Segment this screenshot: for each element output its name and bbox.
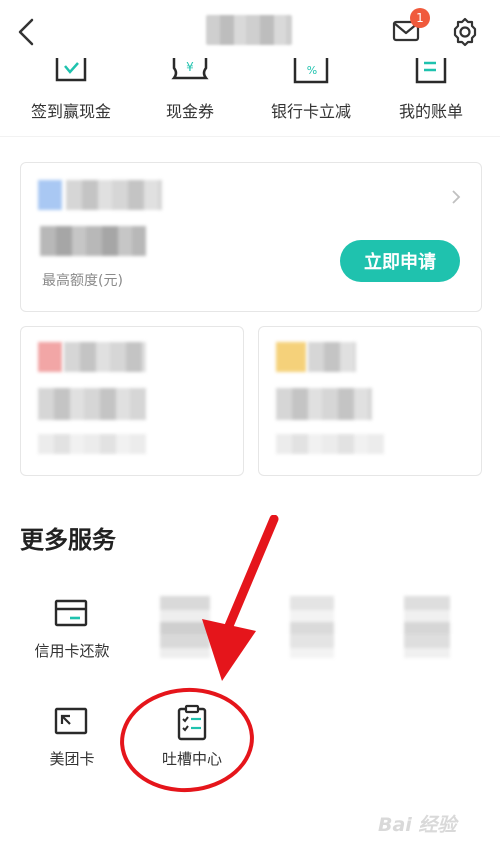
- bill-icon[interactable]: [411, 58, 451, 88]
- service-label[interactable]: 信用卡还款: [22, 640, 122, 661]
- quick-action-label[interactable]: 现金券: [145, 98, 235, 122]
- meituan-card-icon[interactable]: [52, 706, 92, 742]
- watermark: Bai 经验: [378, 814, 457, 836]
- product-value: [38, 388, 146, 420]
- product-logo: [38, 180, 62, 210]
- svg-text:%: %: [307, 64, 317, 77]
- quick-action-label[interactable]: 银行卡立减: [266, 98, 356, 122]
- limit-label: 最高额度(元): [42, 273, 123, 289]
- chevron-right-icon[interactable]: [450, 188, 462, 210]
- gear-icon: [453, 17, 477, 47]
- service-label[interactable]: 美团卡: [22, 748, 122, 769]
- more-services-title: 更多服务: [20, 526, 116, 554]
- product-name: [308, 342, 356, 372]
- divider: [0, 136, 500, 137]
- back-button[interactable]: [12, 14, 42, 50]
- apply-now-button[interactable]: 立即申请: [340, 240, 460, 282]
- blurred-service-item[interactable]: [404, 596, 450, 658]
- blurred-service-item[interactable]: [290, 596, 334, 658]
- product-value: [276, 388, 372, 420]
- check-box-icon[interactable]: [51, 58, 91, 88]
- annotation-arrow-icon: [196, 514, 286, 685]
- unread-badge: 1: [410, 8, 430, 28]
- quick-action-label[interactable]: 我的账单: [386, 98, 476, 122]
- product-desc: [276, 434, 384, 454]
- annotation-circle: [116, 683, 258, 797]
- svg-text:¥: ¥: [186, 60, 194, 74]
- product-logo: [276, 342, 306, 372]
- product-name: [64, 342, 146, 372]
- percent-card-icon[interactable]: %: [291, 58, 331, 88]
- settings-button[interactable]: [449, 16, 481, 48]
- product-name: [66, 180, 162, 210]
- yen-coupon-icon[interactable]: ¥: [170, 58, 210, 88]
- product-logo: [38, 342, 62, 372]
- quick-action-label[interactable]: 签到赢现金: [26, 98, 116, 122]
- credit-card-repay-icon[interactable]: [52, 596, 92, 632]
- max-limit-amount: [40, 226, 146, 256]
- top-bar: 1: [0, 0, 500, 64]
- page-title: [206, 15, 292, 45]
- product-desc: [38, 434, 146, 454]
- chevron-left-icon: [18, 18, 34, 46]
